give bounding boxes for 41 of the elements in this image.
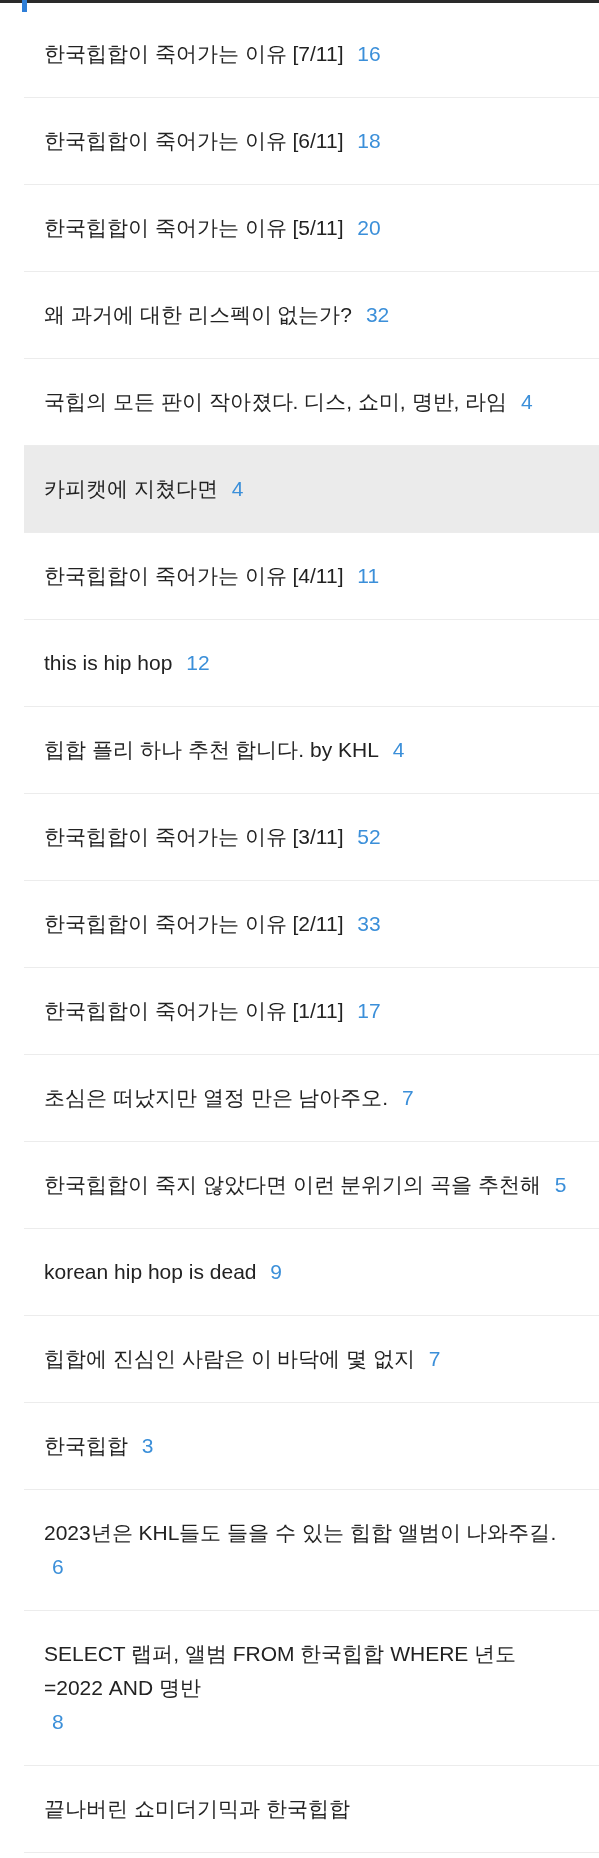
comment-count: 4 (231, 476, 244, 502)
scroll-marker (22, 0, 27, 12)
comment-count: 4 (521, 389, 533, 415)
comment-count: 4 (392, 737, 405, 763)
post-title: 왜 과거에 대한 리스펙이 없는가? (44, 302, 353, 328)
comment-count: 33 (357, 911, 381, 937)
post-title: 힙합 플리 하나 추천 합니다. by KHL (44, 737, 379, 763)
post-title: 끝나버린 쇼미더기믹과 한국힙합 (44, 1796, 350, 1822)
comment-count: 18 (357, 128, 381, 154)
post-title: 한국힙합 (44, 1433, 128, 1459)
post-title: korean hip hop is dead (44, 1259, 257, 1285)
post-title: 한국힙합이 죽어가는 이유 [4/11] (44, 563, 344, 589)
post-title: 힙합에 진심인 사람은 이 바닥에 몇 없지 (44, 1346, 415, 1372)
post-title: 한국힙합이 죽어가는 이유 [5/11] (44, 215, 344, 241)
post-title: 국힙의 모든 판이 작아졌다. 디스, 쇼미, 명반, 라임 (44, 389, 508, 415)
post-title: 한국힙합이 죽어가는 이유 [1/11] (44, 998, 344, 1024)
post-title: 한국힙합이 죽어가는 이유 [2/11] (44, 911, 344, 937)
comment-count: 9 (270, 1259, 283, 1285)
comment-count: 11 (357, 563, 380, 589)
comment-count: 20 (357, 215, 381, 241)
post-title: 한국힙합이 죽어가는 이유 [3/11] (44, 824, 344, 850)
comment-count: 12 (186, 650, 210, 676)
comment-count: 16 (357, 41, 381, 67)
post-title: 초심은 떠났지만 열정 만은 남아주오. (44, 1085, 389, 1111)
comment-count: 5 (554, 1172, 567, 1198)
comment-count: 7 (402, 1085, 414, 1111)
comment-count: 3 (141, 1433, 154, 1459)
post-title: 한국힙합이 죽어가는 이유 [7/11] (44, 41, 344, 67)
post-title: 한국힙합이 죽어가는 이유 [6/11] (44, 128, 344, 154)
comment-count: 52 (357, 824, 381, 850)
comment-count: 17 (357, 998, 381, 1024)
comment-count: 6 (52, 1554, 64, 1580)
post-title: 2023년은 KHL들도 들을 수 있는 힙합 앨범이 나와주길. (44, 1520, 557, 1546)
comment-count: 8 (52, 1709, 64, 1735)
comment-count: 32 (365, 302, 390, 328)
post-title: SELECT 랩퍼, 앨범 FROM 한국힙합 WHERE 년도 =2022 AND 명반 (44, 1641, 518, 1701)
post-title: 카피캣에 지쳤다면 (44, 476, 218, 502)
post-title: 한국힙합이 죽지 않았다면 이런 분위기의 곡을 추천해 (44, 1172, 541, 1198)
post-title: this is hip hop (44, 650, 173, 676)
post-row[interactable]: 카피캣에 지쳤다면 4 (24, 446, 599, 533)
comment-count: 7 (428, 1346, 441, 1372)
